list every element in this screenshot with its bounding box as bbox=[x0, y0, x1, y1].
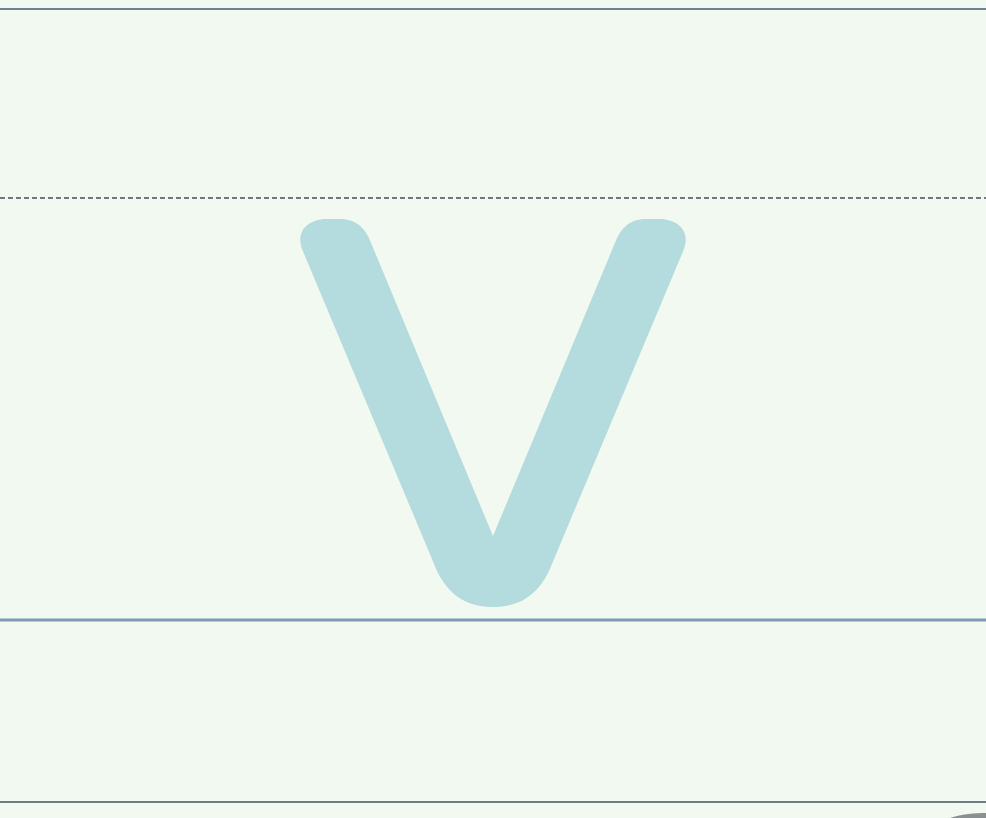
paper-background bbox=[0, 0, 986, 818]
guideline-layer bbox=[0, 0, 986, 818]
handwriting-practice-canvas[interactable] bbox=[0, 0, 986, 818]
